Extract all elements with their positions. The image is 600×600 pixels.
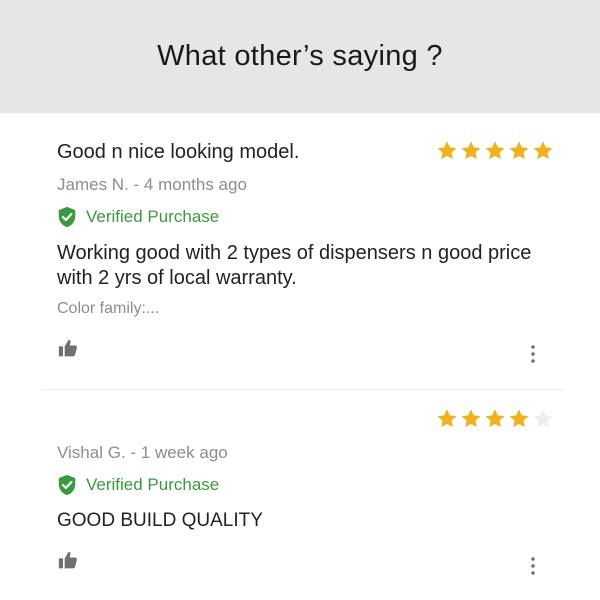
reviewer-meta: James N. - 4 months ago: [57, 175, 247, 194]
star-filled-icon: [461, 409, 481, 428]
header-bar: What other’s saying ?: [0, 0, 600, 113]
verified-shield-icon: [58, 474, 76, 496]
star-rating: [436, 408, 554, 430]
more-vertical-icon[interactable]: [528, 556, 538, 576]
verified-shield-icon: [58, 206, 76, 228]
star-filled-icon: [509, 141, 529, 160]
star-filled-icon: [485, 409, 505, 428]
review-title: Good n nice looking model.: [57, 141, 300, 163]
variant-info: Color family:...: [57, 300, 160, 317]
thumbs-up-icon[interactable]: [58, 550, 78, 570]
review-divider: [42, 389, 564, 390]
reviewer-meta: Vishal G. - 1 week ago: [57, 443, 228, 462]
star-filled-icon: [461, 141, 481, 160]
star-empty-icon: [533, 409, 553, 428]
review-body: GOOD BUILD QUALITY: [57, 510, 263, 531]
more-vertical-icon[interactable]: [528, 344, 538, 364]
reviews-page: What other’s saying ? Good n nice lookin…: [0, 0, 600, 600]
star-rating: [436, 140, 554, 162]
verified-purchase-label: Verified Purchase: [86, 207, 220, 226]
page-title: What other’s saying ?: [157, 40, 443, 72]
verified-purchase-label: Verified Purchase: [86, 475, 220, 494]
thumbs-up-icon[interactable]: [58, 338, 78, 358]
verified-purchase-badge: Verified Purchase: [56, 206, 219, 228]
review-body: Working good with 2 types of dispensers …: [57, 242, 532, 289]
star-filled-icon: [533, 141, 553, 160]
star-filled-icon: [437, 409, 457, 428]
star-filled-icon: [485, 141, 505, 160]
star-filled-icon: [437, 141, 457, 160]
star-filled-icon: [509, 409, 529, 428]
verified-purchase-badge: Verified Purchase: [56, 474, 219, 496]
